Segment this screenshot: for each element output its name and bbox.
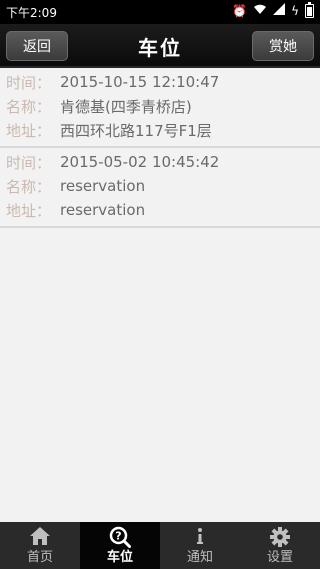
name-value: reservation [60,177,146,195]
list-item[interactable]: 时间： 2015-10-15 12:10:47 名称： 肯德基(四季青桥店) 地… [0,68,320,148]
parking-record-list: 时间： 2015-10-15 12:10:47 名称： 肯德基(四季青桥店) 地… [0,68,320,522]
time-row: 时间： 2015-05-02 10:45:42 [0,150,320,174]
tab-notify-label: 通知 [186,549,213,565]
tab-settings-label: 设置 [266,549,293,565]
status-bar: 下午2:09 ⏰ ϟ [0,0,320,24]
tab-settings[interactable]: 设置 [240,522,320,569]
time-label: 时间： [6,73,52,92]
charging-icon: ϟ [291,4,299,18]
battery-icon [305,2,314,18]
address-value: reservation [60,201,146,219]
tab-notify[interactable]: 通知 [160,522,240,569]
status-time: 下午2:09 [6,6,57,20]
tab-home[interactable]: 首页 [0,522,80,569]
address-label: 地址： [6,121,52,140]
info-icon [189,526,211,550]
address-row: 地址： reservation [0,198,320,222]
tip-button[interactable]: 赏她 [252,31,314,61]
name-row: 名称： reservation [0,174,320,198]
tab-home-label: 首页 [26,549,53,565]
tab-parking[interactable]: ? 车位 [80,522,160,569]
time-value: 2015-05-02 10:45:42 [60,153,220,171]
address-value: 西四环北路117号F1层 [60,121,212,140]
home-icon [29,526,51,550]
address-row: 地址： 西四环北路117号F1层 [0,118,320,142]
name-label: 名称： [6,97,52,116]
name-row: 名称： 肯德基(四季青桥店) [0,94,320,118]
time-label: 时间： [6,153,52,172]
status-icons: ⏰ ϟ [232,2,314,19]
alarm-icon: ⏰ [232,4,248,18]
name-value: 肯德基(四季青桥店) [60,97,192,116]
gear-icon [269,526,291,550]
header-bar: 返回 车位 赏她 [0,24,320,68]
address-label: 地址： [6,201,52,220]
svg-text:?: ? [115,529,121,542]
bottom-tab-bar: 首页 ? 车位 通知 设置 [0,522,320,569]
name-label: 名称： [6,177,52,196]
tab-parking-label: 车位 [106,549,133,565]
time-row: 时间： 2015-10-15 12:10:47 [0,70,320,94]
signal-icon [273,3,286,19]
wifi-icon [253,3,267,19]
search-help-icon: ? [109,526,131,550]
list-item[interactable]: 时间： 2015-05-02 10:45:42 名称： reservation … [0,148,320,228]
time-value: 2015-10-15 12:10:47 [60,73,220,91]
